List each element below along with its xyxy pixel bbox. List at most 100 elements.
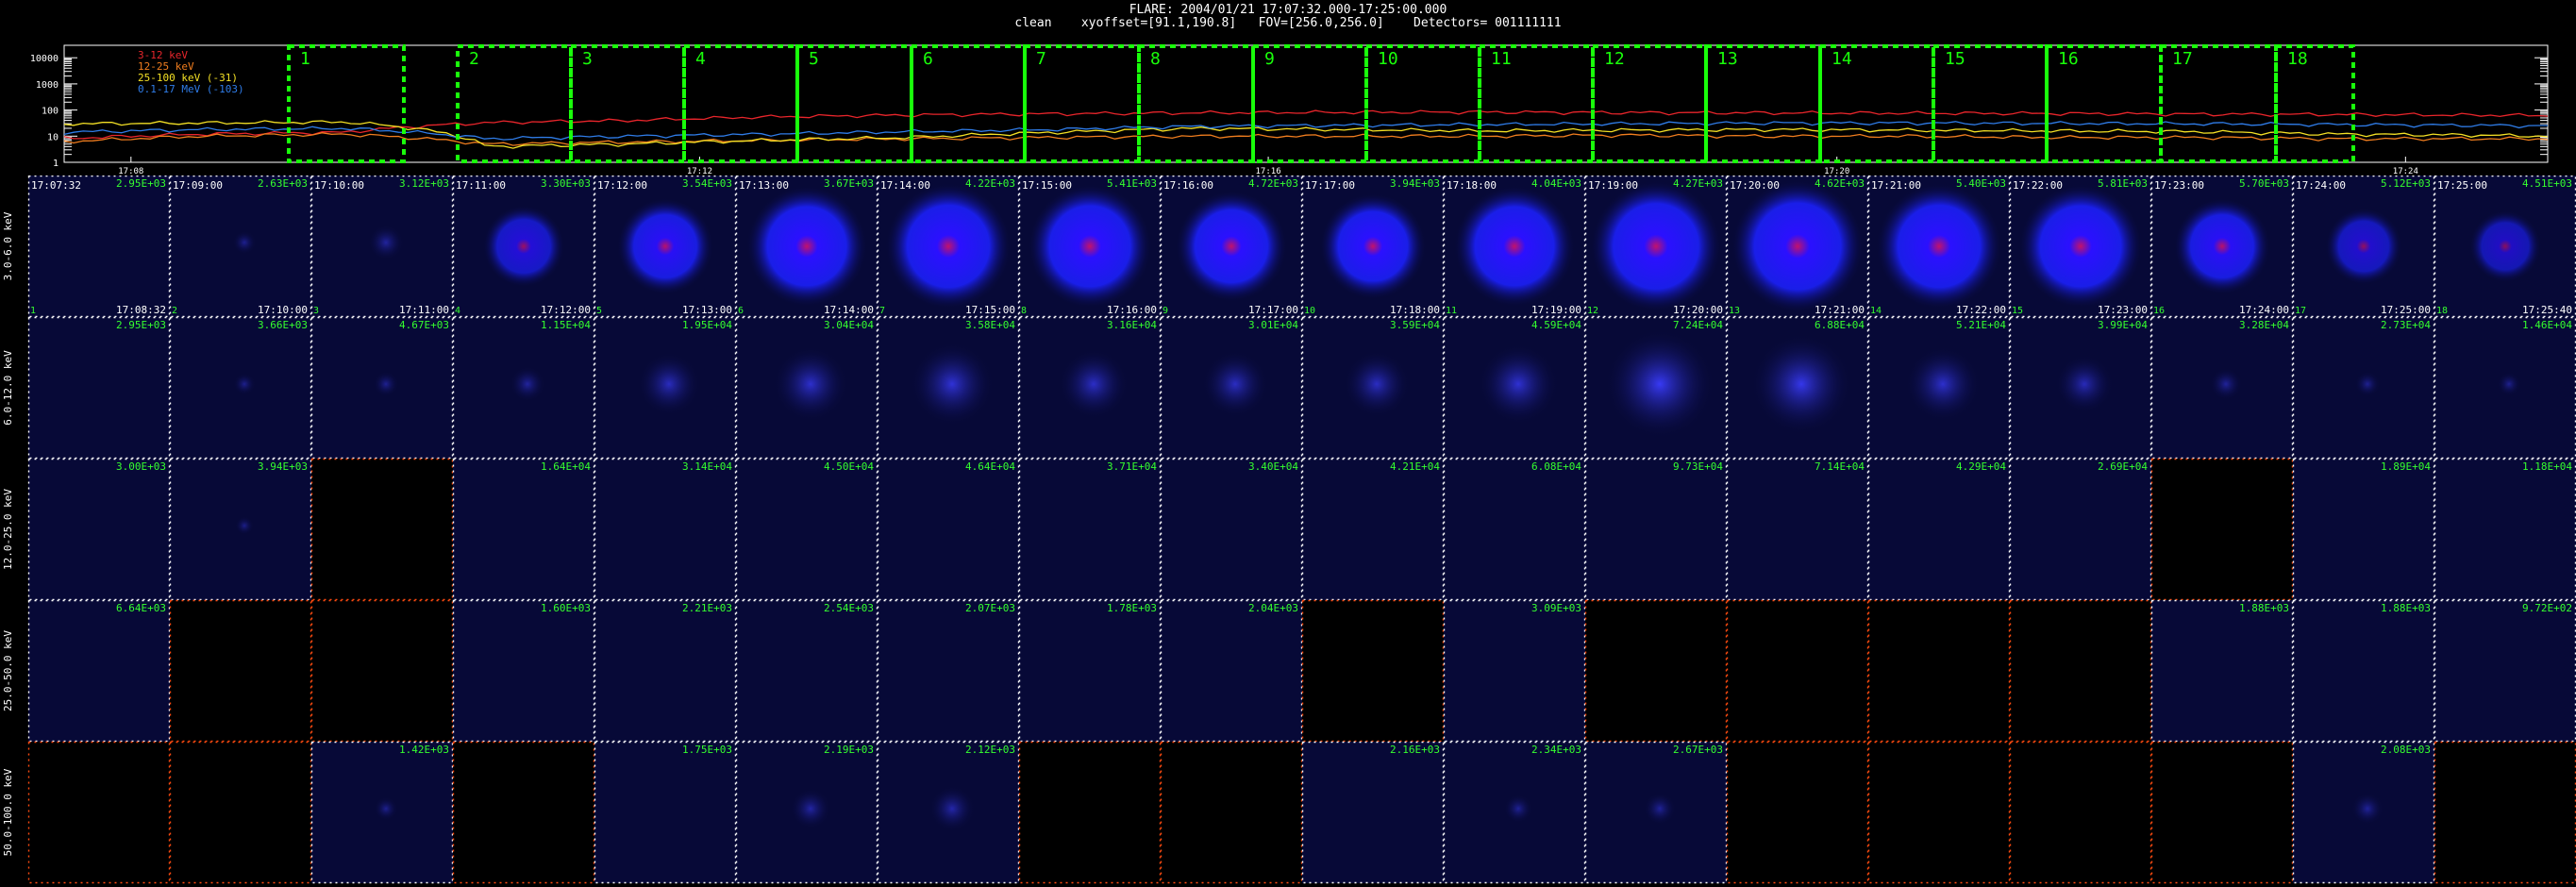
image-panel (28, 317, 170, 459)
image-panel (878, 459, 1019, 600)
lightcurve-plot: 1 10 100 1000 10000 17:08 17:12 17:16 17:20 17:24… (30, 44, 2549, 176)
source-emission (2468, 209, 2542, 283)
panel-max-label: 4.50E+04 (824, 460, 874, 473)
panel-max-label: 9.73E+04 (1673, 460, 1723, 473)
image-panel (1444, 600, 1585, 742)
panel-max-label: 3.01E+04 (1248, 319, 1298, 331)
panel-max-label: 4.62E+03 (1815, 177, 1865, 190)
source-emission (2351, 793, 2384, 825)
panel-end-time: 17:14:00 (824, 304, 874, 316)
panel-start-time: 17:13:00 (739, 179, 789, 192)
panel-max-label: 2.95E+03 (116, 319, 166, 331)
panel-max-label: 2.54E+03 (824, 602, 874, 614)
panel-max-label: 6.64E+03 (116, 602, 166, 614)
panel-max-label: 1.95E+04 (682, 319, 732, 331)
interval-label: 17 (2172, 49, 2193, 69)
x-tick-label: 17:16 (1256, 167, 1281, 176)
panel-max-label: 1.88E+03 (2381, 602, 2431, 614)
image-panel (2010, 742, 2151, 883)
x-tick-label: 17:12 (687, 167, 712, 176)
image-panel (1868, 459, 2010, 600)
panel-end-time: 17:21:00 (1815, 304, 1865, 316)
source-emission (616, 197, 714, 295)
image-panel (736, 459, 878, 600)
panel-start-time: 17:19:00 (1588, 179, 1638, 192)
image-panel (2151, 459, 2293, 600)
panel-start-time: 17:20:00 (1730, 179, 1780, 192)
panel-max-label: 3.04E+04 (824, 319, 874, 331)
image-panel (1727, 742, 1868, 883)
panel-number: 7 (879, 306, 885, 316)
flare-title: FLARE: 2004/01/21 17:07:32.000-17:25:00.… (1129, 3, 1447, 17)
image-panel (28, 459, 170, 600)
panel-max-label: 3.94E+03 (258, 460, 308, 473)
image-panel (2151, 742, 2293, 883)
panel-max-label: 1.88E+03 (2239, 602, 2289, 614)
panel-max-label: 2.34E+03 (1531, 744, 1581, 756)
panel-max-label: 3.30E+03 (541, 177, 591, 190)
panel-number: 16 (2153, 306, 2165, 316)
panel-end-time: 17:17:00 (1248, 304, 1298, 316)
panel-start-time: 17:24:00 (2296, 179, 2346, 192)
panel-number: 4 (455, 306, 460, 316)
panel-start-time: 17:23:00 (2154, 179, 2204, 192)
panel-number: 18 (2436, 306, 2448, 316)
panel-max-label: 2.19E+03 (824, 744, 874, 756)
panel-number: 17 (2295, 306, 2306, 316)
source-emission (1590, 180, 1722, 312)
panel-end-time: 17:23:00 (2098, 304, 2148, 316)
panel-max-label: 3.14E+04 (682, 460, 732, 473)
image-panel (1161, 459, 1302, 600)
panel-max-label: 5.70E+03 (2239, 177, 2289, 190)
interval-label: 7 (1036, 49, 1046, 69)
y-tick-label: 1000 (36, 80, 59, 91)
panel-end-time: 17:25:40 (2522, 304, 2572, 316)
source-emission (510, 366, 545, 402)
image-panel (2293, 600, 2434, 742)
image-panel (1727, 459, 1868, 600)
image-panel (2434, 742, 2576, 883)
figure-header: FLARE: 2004/01/21 17:07:32.000-17:25:00.… (0, 0, 2576, 38)
panel-number: 13 (1729, 306, 1740, 316)
panel-max-label: 3.00E+03 (116, 460, 166, 473)
source-emission (1751, 334, 1851, 434)
panel-max-label: 5.21E+04 (1956, 319, 2006, 331)
interval-label: 6 (923, 49, 933, 69)
source-emission (2325, 208, 2402, 285)
panel-max-label: 4.59E+04 (1531, 319, 1581, 331)
panel-max-label: 3.09E+03 (1531, 602, 1581, 614)
panel-number: 10 (1304, 306, 1315, 316)
image-panel (2151, 600, 2293, 742)
panel-max-label: 4.67E+03 (399, 319, 449, 331)
panel-max-label: 4.64E+04 (965, 460, 1015, 473)
panel-max-label: 5.41E+03 (1107, 177, 1157, 190)
panel-max-label: 2.73E+04 (2381, 319, 2431, 331)
source-emission (928, 785, 976, 832)
panel-max-label: 2.04E+03 (1248, 602, 1298, 614)
panel-max-label: 3.94E+03 (1390, 177, 1440, 190)
interval-label: 11 (1491, 49, 1512, 69)
source-emission (373, 371, 399, 397)
image-panel (311, 459, 453, 600)
panel-end-time: 17:24:00 (2239, 304, 2289, 316)
panel-max-label: 7.14E+04 (1815, 460, 1865, 473)
interval-label: 5 (809, 49, 819, 69)
image-panel (1019, 600, 1161, 742)
x-tick-label: 17:24 (2393, 167, 2418, 176)
panel-end-time: 17:20:00 (1673, 304, 1723, 316)
interval-label: 16 (2058, 49, 2079, 69)
image-panel (1302, 600, 1444, 742)
image-panel (170, 600, 311, 742)
source-emission (1059, 349, 1129, 419)
panel-max-label: 2.21E+03 (682, 602, 732, 614)
row-energy-label: 12.0-25.0 keV (2, 489, 14, 570)
panel-max-label: 4.04E+03 (1531, 177, 1581, 190)
y-tick-label: 100 (42, 107, 59, 117)
panel-max-label: 3.28E+04 (2239, 319, 2289, 331)
source-emission (482, 205, 565, 288)
source-emission (232, 230, 257, 255)
source-emission (374, 796, 398, 821)
source-emission (1731, 179, 1865, 313)
image-panel (453, 742, 594, 883)
panel-number: 12 (1587, 306, 1598, 316)
